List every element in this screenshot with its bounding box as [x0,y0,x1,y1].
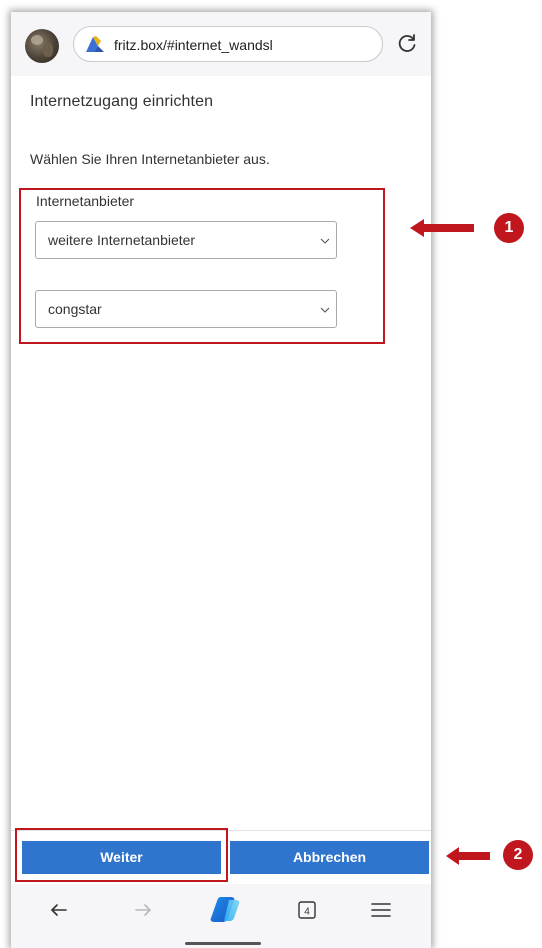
intro-text: Wählen Sie Ihren Internetanbieter aus. [30,151,270,167]
reload-icon[interactable] [395,32,419,56]
copilot-icon[interactable] [209,894,241,924]
browser-toolbar: fritz.box/#internet_wandsl [11,12,431,76]
home-indicator[interactable] [185,942,261,945]
annotation-highlight-box-1 [19,188,385,344]
tab-count-text: 4 [304,907,310,918]
profile-avatar[interactable] [25,29,59,63]
forward-arrow-icon[interactable] [129,896,157,924]
phone-screen: fritz.box/#internet_wandsl Internetzugan… [11,12,431,948]
url-text: fritz.box/#internet_wandsl [114,37,273,53]
menu-icon[interactable] [367,896,395,924]
page-title: Internetzugang einrichten [30,93,214,110]
tab-count-icon[interactable]: 4 [293,896,321,924]
site-security-icon [86,36,104,52]
annotation-badge-2: 2 [503,840,533,870]
browser-bottom-nav: 4 [11,884,431,948]
back-arrow-icon[interactable] [45,896,73,924]
annotation-arrow-2-icon [446,847,490,865]
annotation-arrow-1-icon [410,219,474,237]
cancel-button[interactable]: Abbrechen [230,841,429,874]
annotation-highlight-box-2 [15,828,228,882]
address-bar[interactable]: fritz.box/#internet_wandsl [73,26,383,62]
annotation-badge-1: 1 [494,213,524,243]
